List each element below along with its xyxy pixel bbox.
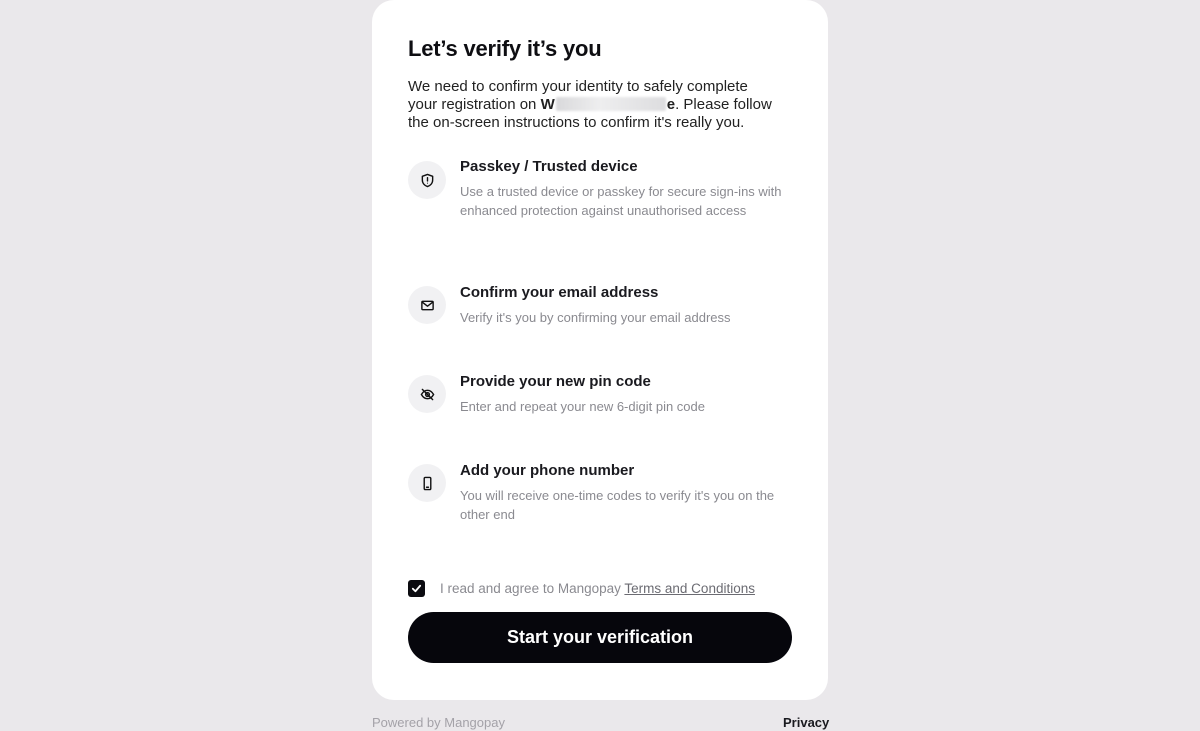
terms-label: I read and agree to Mangopay Terms and C…	[440, 581, 755, 596]
intro-brand-start: W	[540, 96, 555, 113]
step-description: Enter and repeat your new 6-digit pin co…	[460, 399, 705, 414]
verification-card: Let’s verify it’s you We need to confirm…	[372, 0, 828, 700]
intro-text: We need to confirm your identity to safe…	[408, 78, 780, 132]
step-description: You will receive one-time codes to verif…	[460, 488, 775, 522]
intro-brand-end: e	[666, 96, 676, 113]
terms-agreement: I read and agree to Mangopay Terms and C…	[408, 578, 792, 598]
step-text: Confirm your email address Verify it's y…	[460, 284, 790, 328]
step-description: Verify it's you by confirming your email…	[460, 310, 731, 325]
redacted-platform-name	[555, 97, 666, 111]
page-title: Let’s verify it’s you	[408, 36, 602, 61]
step-description: Use a trusted device or passkey for secu…	[460, 184, 782, 218]
step-title: Add your phone number	[460, 462, 635, 479]
start-verification-button[interactable]: Start your verification	[408, 612, 792, 663]
checkmark-icon	[411, 584, 422, 592]
step-title: Confirm your email address	[460, 284, 659, 301]
step-text: Passkey / Trusted device Use a trusted d…	[460, 158, 790, 220]
terms-text: I read and agree to Mangopay	[440, 580, 621, 596]
step-text: Add your phone number You will receive o…	[460, 462, 790, 524]
eye-off-icon	[408, 375, 446, 413]
step-title: Provide your new pin code	[460, 373, 651, 390]
shield-icon	[408, 161, 446, 199]
terms-and-conditions-link[interactable]: Terms and Conditions	[624, 581, 755, 596]
phone-icon	[408, 464, 446, 502]
powered-by-text: Powered by Mangopay	[372, 715, 505, 730]
step-title: Passkey / Trusted device	[460, 158, 638, 175]
step-text: Provide your new pin code Enter and repe…	[460, 373, 790, 417]
privacy-link[interactable]: Privacy	[783, 715, 829, 730]
mail-icon	[408, 286, 446, 324]
terms-checkbox[interactable]	[408, 579, 425, 597]
